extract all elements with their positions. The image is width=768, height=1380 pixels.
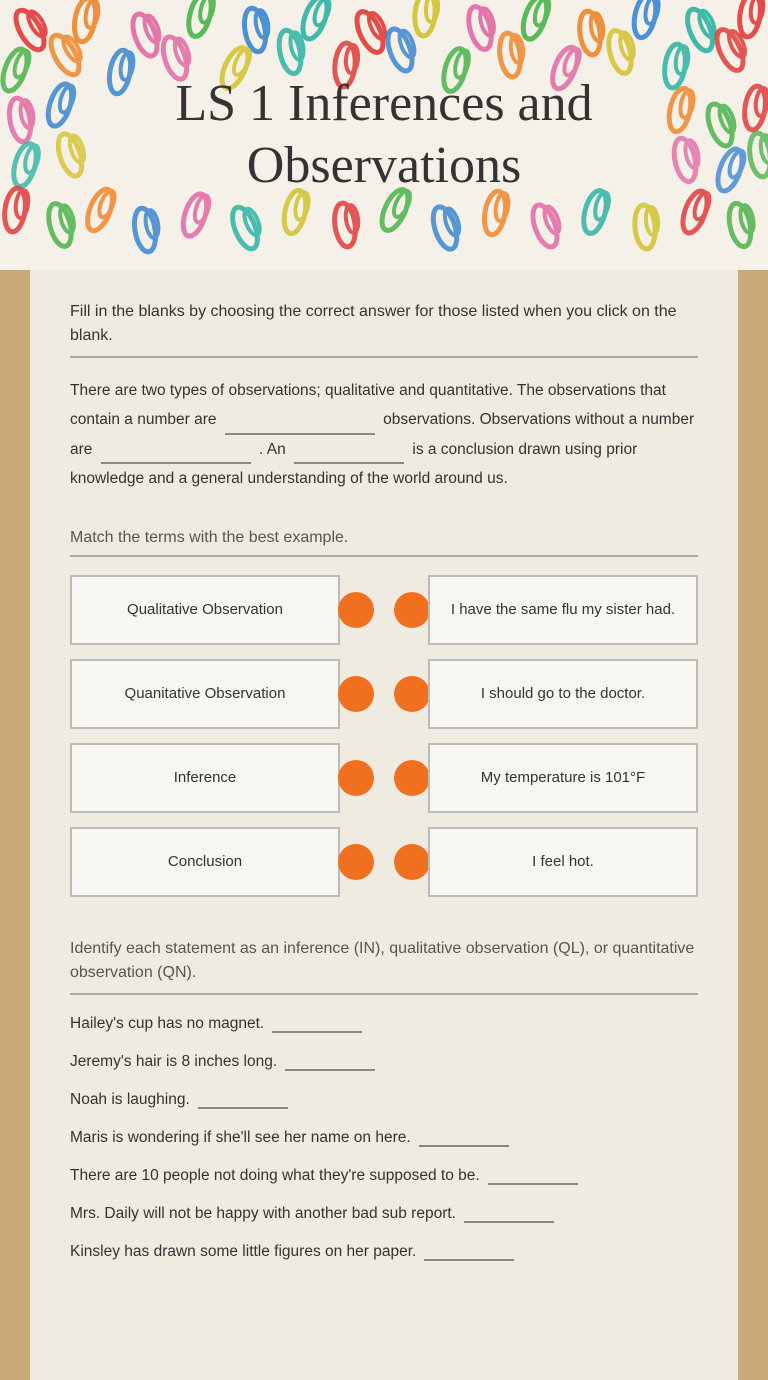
match-left-item-3: Inference <box>70 743 374 813</box>
match-left-item-4: Conclusion <box>70 827 374 897</box>
blank-3[interactable] <box>294 444 404 464</box>
blank-1[interactable] <box>225 415 375 435</box>
identify-divider <box>70 993 698 995</box>
identify-answer-5[interactable] <box>488 1165 578 1185</box>
match-right-item-4: I feel hot. <box>394 827 698 897</box>
match-box-example-3[interactable]: My temperature is 101°F <box>428 743 698 813</box>
identify-answer-7[interactable] <box>424 1241 514 1261</box>
match-box-example-2[interactable]: I should go to the doctor. <box>428 659 698 729</box>
match-instructions: Match the terms with the best example. <box>70 529 698 547</box>
match-grid: Qualitative Observation Quanitative Obse… <box>70 575 698 897</box>
section1-instructions: Fill in the blanks by choosing the corre… <box>70 300 698 348</box>
identify-item-6: Mrs. Daily will not be happy with anothe… <box>70 1203 698 1223</box>
identify-answer-1[interactable] <box>272 1013 362 1033</box>
identify-item-1: Hailey's cup has no magnet. <box>70 1013 698 1033</box>
fill-paragraph: There are two types of observations; qua… <box>70 376 698 494</box>
match-right-dot-1[interactable] <box>394 592 430 628</box>
identify-item-2: Jeremy's hair is 8 inches long. <box>70 1051 698 1071</box>
match-divider <box>70 555 698 557</box>
match-right-dot-3[interactable] <box>394 760 430 796</box>
identify-item-5: There are 10 people not doing what they'… <box>70 1165 698 1185</box>
identify-item-3: Noah is laughing. <box>70 1089 698 1109</box>
identify-item-4: Maris is wondering if she'll see her nam… <box>70 1127 698 1147</box>
match-right-item-1: I have the same flu my sister had. <box>394 575 698 645</box>
page-title: LS 1 Inferences and Observations <box>0 73 768 198</box>
identify-section: Identify each statement as an inference … <box>70 937 698 1261</box>
match-box-example-1[interactable]: I have the same flu my sister had. <box>428 575 698 645</box>
match-left-item-1: Qualitative Observation <box>70 575 374 645</box>
match-section: Match the terms with the best example. Q… <box>70 529 698 897</box>
match-right-dot-4[interactable] <box>394 844 430 880</box>
match-box-quantitative-obs[interactable]: Quanitative Observation <box>70 659 340 729</box>
identify-answer-6[interactable] <box>464 1203 554 1223</box>
identify-answer-2[interactable] <box>285 1051 375 1071</box>
match-box-qualitative-obs[interactable]: Qualitative Observation <box>70 575 340 645</box>
match-box-example-4[interactable]: I feel hot. <box>428 827 698 897</box>
main-content: Fill in the blanks by choosing the corre… <box>30 270 738 1380</box>
match-left-item-2: Quanitative Observation <box>70 659 374 729</box>
match-left-col: Qualitative Observation Quanitative Obse… <box>70 575 374 897</box>
blank-2[interactable] <box>101 444 251 464</box>
match-dot-quantitative[interactable] <box>338 676 374 712</box>
match-dot-inference[interactable] <box>338 760 374 796</box>
match-right-dot-2[interactable] <box>394 676 430 712</box>
identify-item-7: Kinsley has drawn some little figures on… <box>70 1241 698 1261</box>
section1-divider <box>70 356 698 358</box>
identify-instructions: Identify each statement as an inference … <box>70 937 698 985</box>
match-box-conclusion[interactable]: Conclusion <box>70 827 340 897</box>
match-box-inference[interactable]: Inference <box>70 743 340 813</box>
match-right-item-3: My temperature is 101°F <box>394 743 698 813</box>
match-dot-qualitative[interactable] <box>338 592 374 628</box>
header-section: LS 1 Inferences and Observations <box>0 0 768 270</box>
match-dot-conclusion[interactable] <box>338 844 374 880</box>
identify-list: Hailey's cup has no magnet. Jeremy's hai… <box>70 1013 698 1261</box>
match-right-item-2: I should go to the doctor. <box>394 659 698 729</box>
identify-answer-3[interactable] <box>198 1089 288 1109</box>
identify-answer-4[interactable] <box>419 1127 509 1147</box>
match-right-col: I have the same flu my sister had. I sho… <box>394 575 698 897</box>
